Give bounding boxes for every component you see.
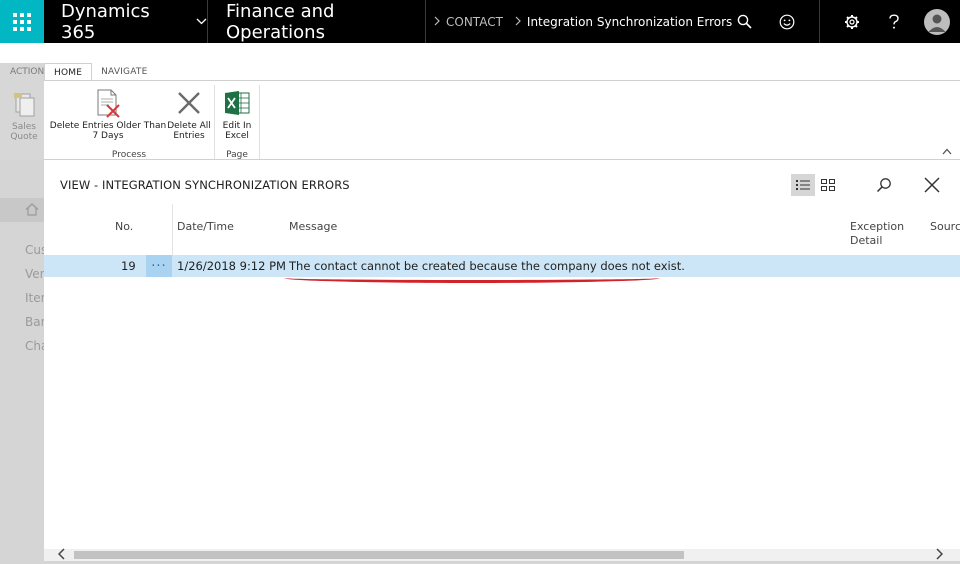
scroll-left-button[interactable]	[57, 548, 65, 563]
column-header-source[interactable]: Source	[930, 220, 960, 234]
ribbon-group-divider	[259, 85, 260, 159]
find-button[interactable]	[872, 174, 896, 196]
smiley-icon	[779, 14, 795, 29]
product-switcher[interactable]: Dynamics 365	[44, 0, 208, 43]
breadcrumb-current: Integration Synchronization Errors	[526, 14, 733, 29]
ribbon-group-label: Page	[226, 150, 248, 160]
chevron-right-icon	[515, 15, 521, 29]
feedback-button[interactable]	[773, 0, 801, 43]
document-icon	[14, 93, 35, 117]
close-button[interactable]	[920, 174, 944, 196]
background-sales-quote: Sales Quote	[4, 92, 44, 142]
user-profile-button[interactable]	[922, 0, 952, 43]
waffle-icon	[13, 12, 31, 31]
edit-in-excel-label: Edit In Excel	[222, 121, 252, 141]
delete-all-entries-button[interactable]: Delete All Entries	[167, 87, 211, 141]
chevron-left-icon	[57, 548, 65, 560]
background-nav-item: Ven	[25, 267, 44, 281]
app-name: Finance and Operations	[208, 0, 426, 43]
top-nav-bar: Dynamics 365 Finance and Operations CONT…	[0, 0, 960, 43]
breadcrumb: CONTACT Integration Synchronization Erro…	[426, 0, 732, 43]
tab-home[interactable]: HOME	[44, 63, 93, 81]
cell-no: 19	[121, 259, 136, 273]
horizontal-scrollbar[interactable]	[44, 548, 960, 563]
topbar-divider	[819, 0, 820, 43]
background-sales-quote-label: Sales Quote	[10, 122, 38, 142]
chevron-right-icon	[434, 15, 440, 29]
gear-icon	[845, 14, 859, 29]
ribbon-group-process: Delete Entries Older Than 7 Days Delete …	[44, 81, 214, 161]
delete-icon	[178, 92, 200, 114]
help-button[interactable]	[880, 0, 908, 43]
scroll-right-button[interactable]	[936, 548, 944, 563]
chevron-up-icon	[942, 148, 952, 155]
tab-navigate[interactable]: NAVIGATE	[92, 63, 156, 81]
table-row[interactable]: 19 ··· 1/26/2018 9:12 PM The contact can…	[44, 255, 960, 277]
search-icon	[737, 14, 752, 29]
delete-older-entries-label: Delete Entries Older Than 7 Days	[49, 121, 167, 141]
user-icon	[928, 14, 946, 32]
avatar	[924, 8, 950, 35]
background-nav-item: Cha	[25, 339, 44, 353]
search-icon	[876, 178, 891, 193]
background-action-tab: ACTION	[10, 67, 45, 77]
annotation-underline	[284, 277, 660, 283]
ribbon-tabs: HOME NAVIGATE	[44, 63, 156, 81]
background-nav-item: Item	[25, 291, 44, 305]
edit-in-excel-button[interactable]: Edit In Excel	[217, 87, 257, 141]
ribbon-group-label: Process	[111, 150, 147, 160]
chevron-down-icon	[196, 15, 207, 28]
chevron-right-icon	[936, 548, 944, 560]
background-nav-item: Cus	[25, 243, 44, 257]
list-view-button[interactable]	[791, 174, 815, 196]
column-header-no[interactable]: No.	[115, 220, 133, 234]
breadcrumb-parent[interactable]: CONTACT	[446, 15, 503, 29]
home-icon	[25, 203, 39, 216]
background-navigation: Cus Ven Item Ban Cha	[0, 160, 44, 564]
cell-datetime: 1/26/2018 9:12 PM	[177, 259, 286, 273]
ribbon-group-page: Edit In Excel Page	[215, 81, 259, 161]
collapse-ribbon-button[interactable]	[942, 145, 952, 158]
sync-errors-panel: HOME NAVIGATE Delete Entries Older Than …	[44, 63, 960, 561]
app-launcher-button[interactable]	[0, 0, 44, 43]
scrollbar-thumb[interactable]	[74, 551, 684, 559]
column-header-message[interactable]: Message	[289, 220, 337, 234]
row-actions-button[interactable]: ···	[146, 255, 172, 277]
search-button[interactable]	[730, 0, 758, 43]
settings-button[interactable]	[838, 0, 866, 43]
product-name: Dynamics 365	[61, 0, 150, 43]
tile-view-icon	[821, 179, 835, 191]
ribbon: Delete Entries Older Than 7 Days Delete …	[44, 80, 960, 160]
excel-icon	[225, 91, 250, 115]
close-icon	[924, 177, 940, 193]
help-icon	[889, 13, 899, 29]
page-title: VIEW - INTEGRATION SYNCHRONIZATION ERROR…	[60, 178, 350, 192]
delete-all-entries-label: Delete All Entries	[167, 121, 211, 141]
delete-document-icon	[97, 89, 120, 118]
column-header-exception-detail[interactable]: Exception Detail	[850, 220, 910, 248]
list-view-icon	[796, 180, 810, 190]
delete-older-entries-button[interactable]: Delete Entries Older Than 7 Days	[47, 87, 169, 141]
column-header-datetime[interactable]: Date/Time	[177, 220, 234, 234]
grid-header: No. Date/Time Message Exception Detail S…	[44, 203, 960, 255]
cell-message: The contact cannot be created because th…	[289, 259, 685, 273]
tile-view-button[interactable]	[816, 174, 840, 196]
background-nav-item: Ban	[25, 315, 44, 329]
